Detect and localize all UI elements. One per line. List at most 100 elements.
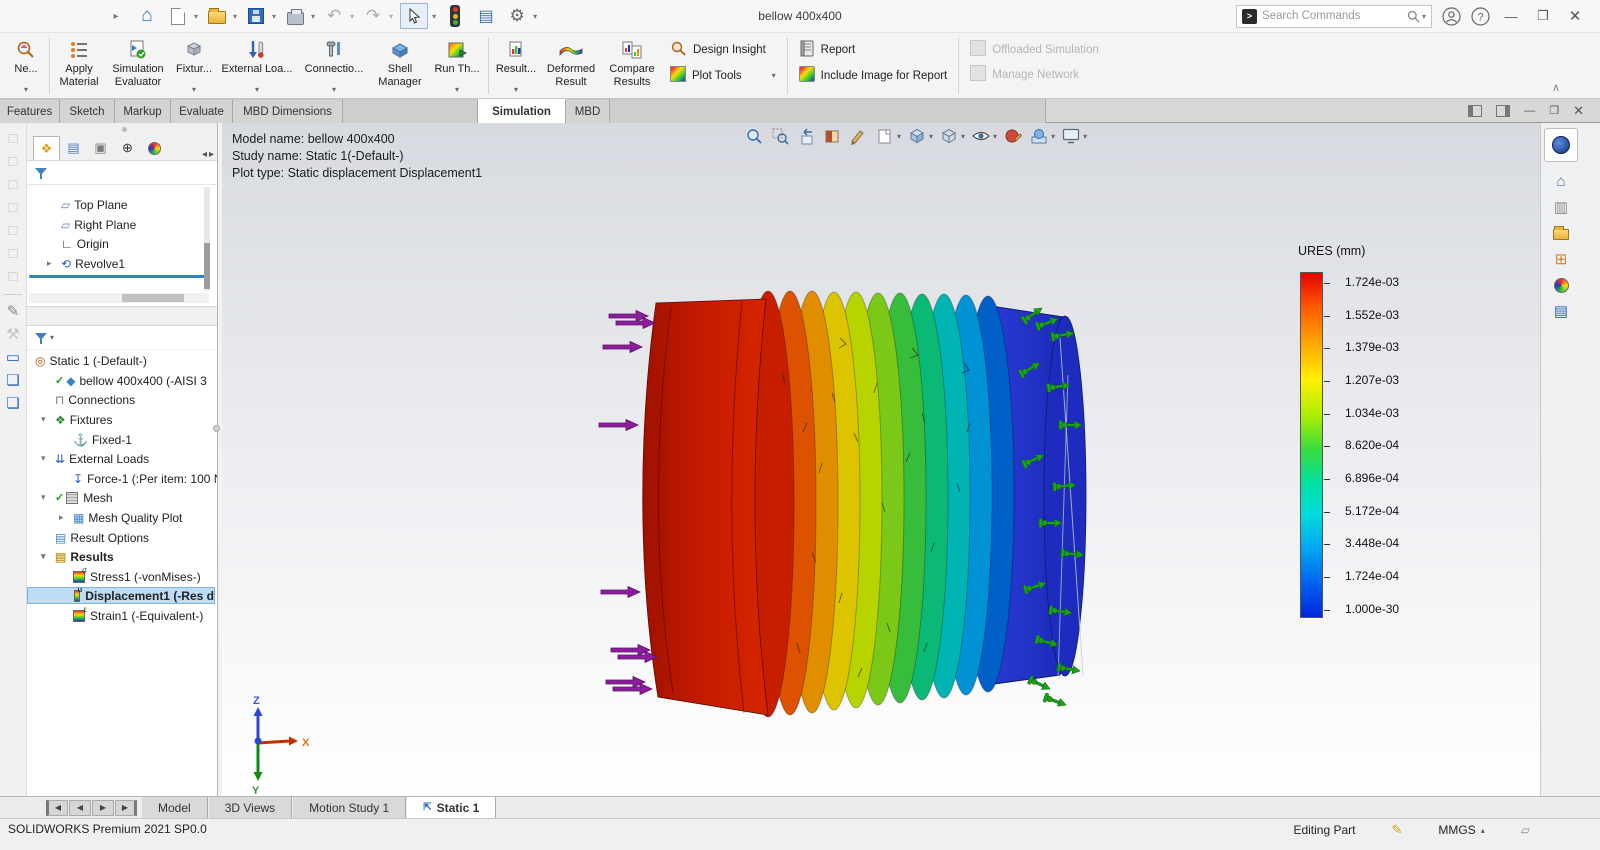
home-tab-icon[interactable]: ⌂ xyxy=(1544,169,1578,193)
file-explorer-icon[interactable] xyxy=(1544,221,1578,245)
tree-item-revolve1[interactable]: ▸ ⟲ Revolve1 xyxy=(27,255,217,272)
open-dropdown-icon[interactable]: ▾ xyxy=(233,12,237,21)
save-icon[interactable] xyxy=(244,4,268,28)
run-study-button[interactable]: Run Th... ▾ xyxy=(429,35,485,96)
new-dropdown-icon[interactable]: ▾ xyxy=(194,12,198,21)
tab-3d-views[interactable]: 3D Views xyxy=(207,797,293,818)
graphics-viewport[interactable]: Model name: bellow 400x400 Study name: S… xyxy=(222,123,1540,796)
select-dropdown-icon[interactable]: ▾ xyxy=(432,12,436,21)
fm-tab-scroll-left-icon[interactable]: ◂ xyxy=(202,149,207,160)
view-cube-icon-6[interactable]: □ xyxy=(8,246,17,262)
tree-vertical-scrollbar[interactable] xyxy=(204,187,210,291)
simulation-model-canvas[interactable]: Z X Y xyxy=(222,123,1540,796)
custom-properties-icon[interactable]: ▤ xyxy=(1544,299,1578,323)
tree-item-result-options[interactable]: ▤ Result Options xyxy=(27,529,217,546)
prev-tab-icon[interactable]: ◀ xyxy=(69,799,91,816)
toolbar-expand-icon[interactable]: ▸ xyxy=(104,4,128,28)
tab-simulation[interactable]: Simulation xyxy=(478,99,566,123)
design-insight-button[interactable]: Design Insight xyxy=(670,40,776,60)
panel-splitter[interactable] xyxy=(27,306,217,326)
tree-item-mesh[interactable]: ▾ ✓ Mesh xyxy=(27,489,217,506)
featuremanager-tab[interactable]: ❖ xyxy=(33,136,60,160)
fixtures-advisor-button[interactable]: Fixtur... ▾ xyxy=(171,35,217,96)
tree-item-strain1[interactable]: ε Strain1 (-Equivalent-) xyxy=(27,607,217,624)
tree-item-fixed1[interactable]: ⚓ Fixed-1 xyxy=(27,431,217,448)
tree-item-fixtures[interactable]: ▾ ❖ Fixtures xyxy=(27,411,217,428)
options-dropdown-icon[interactable]: ▾ xyxy=(533,12,537,21)
tree-filter-bar[interactable] xyxy=(27,161,217,185)
tree-horizontal-scrollbar[interactable] xyxy=(29,293,209,303)
report-button[interactable]: Report xyxy=(799,40,948,60)
new-document-icon[interactable] xyxy=(166,4,190,28)
tab-sketch[interactable]: Sketch xyxy=(60,99,115,123)
propertymanager-tab[interactable]: ▤ xyxy=(60,136,87,160)
view-cube-icon-7[interactable]: □ xyxy=(8,269,17,285)
minimize-button[interactable]: — xyxy=(1500,9,1522,24)
copy-view-icon-1[interactable]: ❏ xyxy=(6,373,19,389)
sketch-tool-icon[interactable]: ✎ xyxy=(7,304,20,320)
tree-item-mesh-quality[interactable]: ▸ ▦ Mesh Quality Plot xyxy=(27,509,217,526)
view-palette-icon[interactable]: ⊞ xyxy=(1544,247,1578,271)
options-gear-icon[interactable]: ⚙ xyxy=(505,4,529,28)
design-library-icon[interactable]: ▥ xyxy=(1544,195,1578,219)
tree-item-static-study[interactable]: ◎ Static 1 (-Default-) xyxy=(27,352,217,369)
collapse-caret-icon[interactable]: ▾ xyxy=(41,492,46,503)
doc-restore-icon[interactable]: ❐ xyxy=(1549,104,1559,117)
appearances-icon[interactable] xyxy=(1544,273,1578,297)
search-magnifier-icon[interactable] xyxy=(1407,10,1420,23)
external-loads-advisor-button[interactable]: External Loa... ▾ xyxy=(217,35,297,96)
tree-item-top-plane[interactable]: ▱ Top Plane xyxy=(27,196,217,213)
deformed-result-button[interactable]: Deformed Result xyxy=(540,35,602,96)
close-button[interactable]: ✕ xyxy=(1564,7,1586,25)
doc-close-icon[interactable]: ✕ xyxy=(1573,103,1584,119)
user-account-icon[interactable] xyxy=(1442,6,1461,26)
collapse-caret-icon[interactable]: ▾ xyxy=(41,551,46,562)
collapse-caret-icon[interactable]: ▾ xyxy=(41,414,46,425)
pane-left-icon[interactable] xyxy=(1468,104,1483,117)
ribbon-collapse-icon[interactable]: ∧ xyxy=(1552,81,1560,94)
tab-mbd-dimensions[interactable]: MBD Dimensions xyxy=(233,99,343,123)
pane-right-icon[interactable] xyxy=(1496,104,1511,117)
open-document-icon[interactable] xyxy=(205,4,229,28)
tree-item-external-loads[interactable]: ▾ ⇊ External Loads xyxy=(27,450,217,467)
next-tab-icon[interactable]: ▶ xyxy=(92,799,114,816)
displaymanager-tab[interactable] xyxy=(141,136,168,160)
tree-item-displacement1[interactable]: u Displacement1 (-Res d xyxy=(27,587,215,604)
view-cube-icon-4[interactable]: □ xyxy=(8,200,17,216)
tab-evaluate[interactable]: Evaluate xyxy=(171,99,233,123)
view-cube-icon-3[interactable]: □ xyxy=(8,177,17,193)
file-properties-icon[interactable]: ▤ xyxy=(474,4,498,28)
units-dropdown-icon[interactable]: ▴ xyxy=(1481,826,1485,835)
rebuild-traffic-light-icon[interactable] xyxy=(443,4,467,28)
compare-results-button[interactable]: Compare Results xyxy=(602,35,662,96)
home-icon[interactable]: ⌂ xyxy=(135,4,159,28)
tab-motion-study[interactable]: Motion Study 1 xyxy=(292,797,407,818)
doc-minimize-icon[interactable]: — xyxy=(1524,105,1535,117)
fm-tab-scroll-right-icon[interactable]: ▸ xyxy=(209,149,214,160)
new-study-button[interactable]: Ne... ▾ xyxy=(6,35,46,96)
panel-resize-handle[interactable] xyxy=(213,425,220,432)
help-icon[interactable]: ? xyxy=(1471,6,1490,26)
filter-dropdown-icon[interactable]: ▾ xyxy=(50,333,54,342)
apply-material-button[interactable]: Apply Material xyxy=(53,35,105,96)
tab-model[interactable]: Model xyxy=(141,797,208,818)
view-cube-icon-2[interactable]: □ xyxy=(8,154,17,170)
tree-item-part[interactable]: ✓ ◆ bellow 400x400 (-AISI 3 xyxy=(27,372,217,389)
view-cube-icon-5[interactable]: □ xyxy=(8,223,17,239)
expand-caret-icon[interactable]: ▸ xyxy=(47,258,52,269)
configurationmanager-tab[interactable]: ▣ xyxy=(87,136,114,160)
tree-item-right-plane[interactable]: ▱ Right Plane xyxy=(27,216,217,233)
tab-mbd[interactable]: MBD xyxy=(566,99,610,123)
tab-static-1[interactable]: ⇱ Static 1 xyxy=(406,797,497,818)
copy-view-icon-2[interactable]: ❏ xyxy=(6,396,19,412)
units-selector[interactable]: MMGS ▴ xyxy=(1438,823,1484,837)
restore-button[interactable]: ❐ xyxy=(1532,8,1554,24)
shell-manager-button[interactable]: Shell Manager xyxy=(371,35,429,96)
tree-item-force1[interactable]: ↧ Force-1 (:Per item: 100 N xyxy=(27,470,217,487)
select-tool-button[interactable] xyxy=(400,3,429,29)
collapse-caret-icon[interactable]: ▾ xyxy=(41,453,46,464)
search-input[interactable] xyxy=(1262,10,1402,22)
tree-item-stress1[interactable]: σ Stress1 (-vonMises-) xyxy=(27,568,217,585)
tag-icon[interactable]: ▱ xyxy=(1521,823,1530,837)
tree-item-origin[interactable]: ∟ Origin xyxy=(27,235,217,252)
